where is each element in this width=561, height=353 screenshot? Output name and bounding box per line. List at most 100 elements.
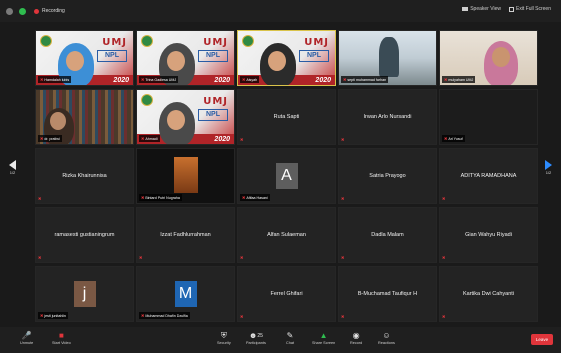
university-logo-icon <box>141 35 153 47</box>
banner-year: 2020 <box>113 77 129 84</box>
speaker-view-icon <box>462 7 469 11</box>
participant-name: Satria Prayogo <box>369 173 406 179</box>
mic-muted-icon: ✖ <box>444 77 448 82</box>
participant-tile[interactable]: UMJ NPL 2020 ✖ Aisyah <box>237 30 336 86</box>
recording-indicator[interactable]: Recording <box>34 8 65 14</box>
participant-tile[interactable]: A ✖ Afifaa Hasani <box>237 148 336 204</box>
participant-face <box>50 112 66 130</box>
participant-tile[interactable]: Kartika Dwi Cahyanti ✖ <box>439 266 538 322</box>
participant-tile[interactable]: Ruta Sapti ✖ <box>237 89 336 145</box>
chat-label: Chat <box>286 341 295 345</box>
exit-full-screen-button[interactable]: Exit Full Screen <box>508 6 551 12</box>
participants-button[interactable]: ☻ 25 Participants <box>246 330 266 345</box>
participant-name: Hamdalah lubis <box>44 77 70 82</box>
participant-name: Muhammad Dhafin Dzulfia <box>145 313 188 318</box>
banner-year: 2020 <box>214 77 230 84</box>
participant-grid: UMJ NPL 2020 ✖ Hamdalah lubis UMJ NPL 2020 ✖ Trin… <box>35 30 538 322</box>
mic-muted-icon: ✖ <box>341 314 345 319</box>
participant-name: ADITYA RAMADHANA <box>460 173 517 179</box>
chat-button[interactable]: ✎ Chat <box>286 330 294 345</box>
unmute-button[interactable]: 🎤 Unmute <box>20 330 33 345</box>
participant-tile[interactable]: Gian Wahyu Riyadi ✖ <box>439 207 538 263</box>
participant-name: Trina Gadiesa UMJ <box>145 77 177 82</box>
previous-page-button[interactable]: 1/2 <box>9 160 16 175</box>
speaker-view-button[interactable]: Speaker View <box>462 6 501 12</box>
participant-tile[interactable]: ✖ dr. pratiwi <box>35 89 134 145</box>
participant-tile[interactable]: ✖ septi muhammad farhan <box>338 30 437 86</box>
shield-icon[interactable] <box>19 7 26 15</box>
participant-tile[interactable]: ✖ mulyaham UMJ <box>439 30 538 86</box>
reactions-button[interactable]: ☺ Reactions <box>378 330 395 345</box>
participants-label: Participants <box>246 341 266 345</box>
mic-muted-icon: ✖ <box>242 77 246 82</box>
participant-name: Rizka Khairunnisa <box>62 173 107 179</box>
window-close-icon[interactable] <box>6 7 13 15</box>
participant-tile[interactable]: ✖ Bintard Putri Nugraha <box>136 148 235 204</box>
participant-name-tag: ✖ Hamdalah lubis <box>38 76 72 83</box>
mic-muted-icon: ✖ <box>444 136 448 141</box>
university-logo-icon <box>242 35 254 47</box>
participant-name-tag: ✖ jesti junitahlin <box>38 312 68 319</box>
participant-tile[interactable]: ramasesti gustianingrum ✖ <box>35 207 134 263</box>
participant-tile[interactable]: j ✖ jesti junitahlin <box>35 266 134 322</box>
record-icon: ◉ <box>352 331 360 340</box>
avatar: M <box>174 281 197 307</box>
participant-name: Ferrel Ghifari <box>270 291 303 297</box>
participant-name-tag: ✖ Muhammad Dhafin Dzulfia <box>139 312 190 319</box>
participant-name: dr. pratiwi <box>44 136 60 141</box>
view-controls: Speaker View Exit Full Screen <box>462 6 551 12</box>
participant-tile[interactable]: ✖ Ari Yusuf <box>439 89 538 145</box>
banner-brand: UMJ <box>304 37 329 48</box>
banner-tag: NPL <box>97 50 127 62</box>
participant-face <box>66 51 84 71</box>
participant-name-tag: ✖ Ari Yusuf <box>442 135 465 142</box>
start-video-label: Start Video <box>52 341 71 345</box>
tree-shape <box>379 37 399 77</box>
participant-name: Ruta Sapti <box>273 114 300 120</box>
next-page-number: 1/2 <box>545 170 552 175</box>
participant-tile[interactable]: Ferrel Ghifari ✖ <box>237 266 336 322</box>
participant-name-tag: ✖ Ahmadi <box>139 135 160 142</box>
participant-name: B-Muchamad Taufiqur H <box>357 291 418 297</box>
participant-name: ramasesti gustianingrum <box>54 232 115 238</box>
participant-tile[interactable]: Rizka Khairunnisa ✖ <box>35 148 134 204</box>
participant-tile[interactable]: Alfan Sulaeman ✖ <box>237 207 336 263</box>
banner-year: 2020 <box>214 136 230 143</box>
participant-tile[interactable]: UMJ NPL 2020 ✖ Ahmadi <box>136 89 235 145</box>
share-screen-label: Share Screen <box>312 341 336 345</box>
participant-name: Kartika Dwi Cahyanti <box>462 291 515 297</box>
next-page-button[interactable]: 1/2 <box>545 160 552 175</box>
start-video-button[interactable]: ■ Start Video <box>52 330 71 345</box>
video-off-icon: ■ <box>58 331 64 340</box>
participant-tile[interactable]: UMJ NPL 2020 ✖ Hamdalah lubis <box>35 30 134 86</box>
participant-name: Aisyah <box>246 77 258 82</box>
participant-tile[interactable]: Izzat Fadhlurrahman ✖ <box>136 207 235 263</box>
participant-tile[interactable]: M ✖ Muhammad Dhafin Dzulfia <box>136 266 235 322</box>
participant-tile[interactable]: Irwan Arlo Nursandi ✖ <box>338 89 437 145</box>
record-button[interactable]: ◉ Record <box>350 330 362 345</box>
participant-name: Izzat Fadhlurrahman <box>160 232 211 238</box>
security-button[interactable]: ⛨ Security <box>217 330 231 346</box>
banner-tag: NPL <box>198 109 228 121</box>
participant-tile[interactable]: B-Muchamad Taufiqur H ✖ <box>338 266 437 322</box>
meeting-toolbar: 🎤 Unmute ■ Start Video ⛨ Security ☻ 25 Pa… <box>0 327 561 353</box>
participant-name: Ahmadi <box>145 136 158 141</box>
participant-name-tag: ✖ Afifaa Hasani <box>240 194 270 201</box>
right-arrow-icon <box>545 160 552 170</box>
participant-tile[interactable]: Dadla Malam ✖ <box>338 207 437 263</box>
participant-name-tag: ✖ Bintard Putri Nugraha <box>139 194 182 201</box>
security-label: Security <box>217 341 231 345</box>
leave-button[interactable]: Leave <box>531 334 553 345</box>
participant-name: septi muhammad farhan <box>347 77 387 82</box>
mic-muted-icon: ✖ <box>40 136 44 141</box>
participant-tile[interactable]: Satria Prayogo ✖ <box>338 148 437 204</box>
mic-muted-icon: ✖ <box>240 137 244 142</box>
participant-tile[interactable]: ADITYA RAMADHANA ✖ <box>439 148 538 204</box>
participant-video <box>174 157 198 193</box>
participant-face <box>268 51 286 71</box>
share-screen-button[interactable]: ▲ Share Screen <box>312 330 335 345</box>
mic-muted-icon: ✖ <box>141 313 145 318</box>
participant-tile[interactable]: UMJ NPL 2020 ✖ Trina Gadiesa UMJ <box>136 30 235 86</box>
university-logo-icon <box>141 94 153 106</box>
mic-muted-icon: ✖ <box>442 196 446 201</box>
